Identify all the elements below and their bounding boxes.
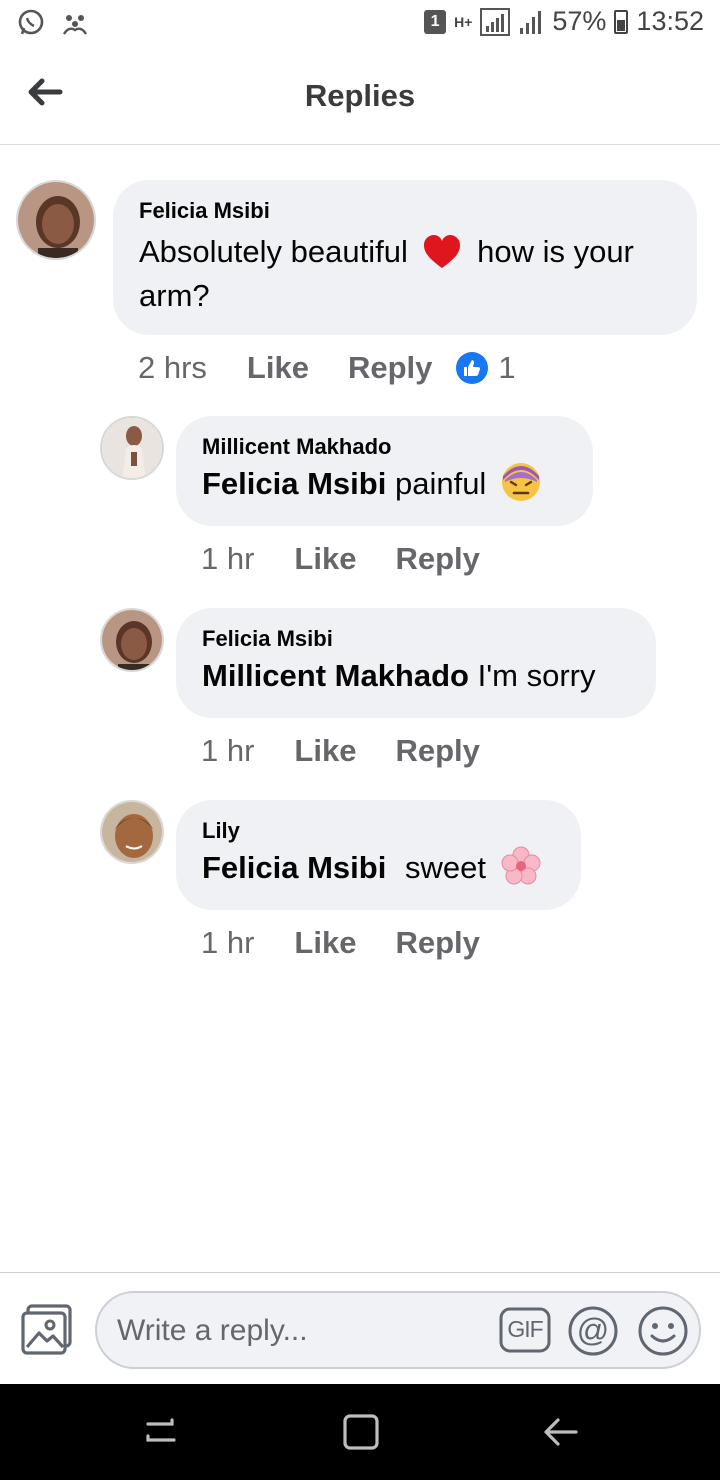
smiley-icon xyxy=(638,1306,688,1356)
avatar[interactable] xyxy=(100,800,164,864)
comment-bubble[interactable]: Felicia Msibi Absolutely beautiful how i… xyxy=(113,180,697,335)
comment-text-part: sweet xyxy=(404,850,486,885)
system-back-button[interactable] xyxy=(536,1410,586,1454)
comment-text-part: painful xyxy=(394,466,487,501)
like-button[interactable]: Like xyxy=(294,541,356,577)
home-icon xyxy=(343,1414,379,1450)
like-button[interactable]: Like xyxy=(247,350,309,386)
gif-label: GIF xyxy=(507,1316,543,1342)
comment-actions: 2 hrs Like Reply 1 xyxy=(138,350,516,386)
header: Replies xyxy=(0,50,720,145)
comment-author[interactable]: Millicent Makhado xyxy=(202,434,567,460)
signal-icon-2 xyxy=(520,10,542,34)
like-button[interactable]: Like xyxy=(294,925,356,961)
reply-input-container[interactable]: GIF @ xyxy=(95,1291,701,1369)
page-title: Replies xyxy=(304,78,416,113)
comment-item: Felicia Msibi Absolutely beautiful how i… xyxy=(0,178,720,398)
comment-time: 1 hr xyxy=(201,733,255,768)
comment-text-part: Absolutely beautiful xyxy=(139,234,408,269)
recents-icon xyxy=(146,1418,176,1442)
reply-input[interactable] xyxy=(117,1309,487,1353)
mention-button[interactable]: @ xyxy=(567,1305,619,1357)
status-notifications xyxy=(16,8,90,38)
status-bar: 1 H+ 57% 13:52 xyxy=(0,0,720,50)
comment-text: Absolutely beautiful how is your arm? xyxy=(139,230,671,318)
avatar[interactable] xyxy=(100,608,164,672)
reply-button[interactable]: Reply xyxy=(348,350,432,386)
cherry-blossom-icon xyxy=(501,846,541,885)
comment-actions: 1 hr Like Reply xyxy=(201,541,480,577)
thumbs-up-icon xyxy=(456,352,489,384)
comment-bubble[interactable]: Lily Felicia Msibi sweet xyxy=(176,800,581,910)
comment-author[interactable]: Felicia Msibi xyxy=(139,198,671,224)
reply-button[interactable]: Reply xyxy=(395,733,479,769)
back-icon xyxy=(544,1418,578,1446)
face-with-rolling-eyes-icon xyxy=(501,463,540,501)
reply-item: Lily Felicia Msibi sweet 1 hr Like Reply xyxy=(0,800,720,970)
whatsapp-icon xyxy=(18,9,44,35)
avatar-image xyxy=(18,182,94,258)
comment-time: 2 hrs xyxy=(138,350,207,385)
battery-icon xyxy=(614,9,629,34)
reply-item: Felicia Msibi Millicent Makhado I'm sorr… xyxy=(0,608,720,778)
avatar[interactable] xyxy=(16,180,96,260)
comment-bubble[interactable]: Millicent Makhado Felicia Msibi painful xyxy=(176,416,593,526)
status-indicators: 1 H+ 57% 13:52 xyxy=(424,6,704,37)
comment-text: Millicent Makhado I'm sorry xyxy=(202,654,630,698)
comment-time: 1 hr xyxy=(201,925,255,960)
avatar-image xyxy=(102,610,162,670)
avatar-image xyxy=(102,802,162,862)
photo-button[interactable] xyxy=(20,1303,74,1357)
sim-badge: 1 xyxy=(424,9,447,34)
recents-button[interactable] xyxy=(138,1410,188,1454)
gif-button[interactable]: GIF xyxy=(499,1307,551,1353)
emoji-button[interactable] xyxy=(637,1305,689,1357)
comment-author[interactable]: Lily xyxy=(202,818,555,844)
reaction-count[interactable]: 1 xyxy=(456,350,516,386)
reply-item: Millicent Makhado Felicia Msibi painful … xyxy=(0,416,720,586)
mention-link[interactable]: Felicia Msibi xyxy=(202,850,386,885)
mention-link[interactable]: Felicia Msibi xyxy=(202,466,386,501)
comment-text-part: I'm sorry xyxy=(477,658,596,693)
people-icon xyxy=(62,15,88,35)
mention-link[interactable]: Millicent Makhado xyxy=(202,658,469,693)
comment-text: Felicia Msibi painful xyxy=(202,462,567,506)
comment-time: 1 hr xyxy=(201,541,255,576)
home-button[interactable] xyxy=(336,1410,386,1454)
comment-actions: 1 hr Like Reply xyxy=(201,733,480,769)
avatar-image xyxy=(102,418,162,478)
signal-icon xyxy=(480,7,511,36)
avatar[interactable] xyxy=(100,416,164,480)
mention-label: @ xyxy=(576,1312,610,1348)
comment-bubble[interactable]: Felicia Msibi Millicent Makhado I'm sorr… xyxy=(176,608,656,718)
reply-button[interactable]: Reply xyxy=(395,541,479,577)
reply-composer: GIF @ xyxy=(0,1272,720,1384)
battery-percent: 57% xyxy=(552,6,607,36)
comment-actions: 1 hr Like Reply xyxy=(201,925,480,961)
reply-button[interactable]: Reply xyxy=(395,925,479,961)
comment-text: Felicia Msibi sweet xyxy=(202,846,555,890)
comment-author[interactable]: Felicia Msibi xyxy=(202,626,630,652)
photo-icon xyxy=(21,1304,72,1355)
red-heart-icon xyxy=(424,235,461,268)
system-nav-bar xyxy=(0,1384,720,1480)
like-button[interactable]: Like xyxy=(294,733,356,769)
network-type: H+ xyxy=(454,13,473,30)
clock: 13:52 xyxy=(636,6,704,36)
like-count-value: 1 xyxy=(498,350,516,385)
